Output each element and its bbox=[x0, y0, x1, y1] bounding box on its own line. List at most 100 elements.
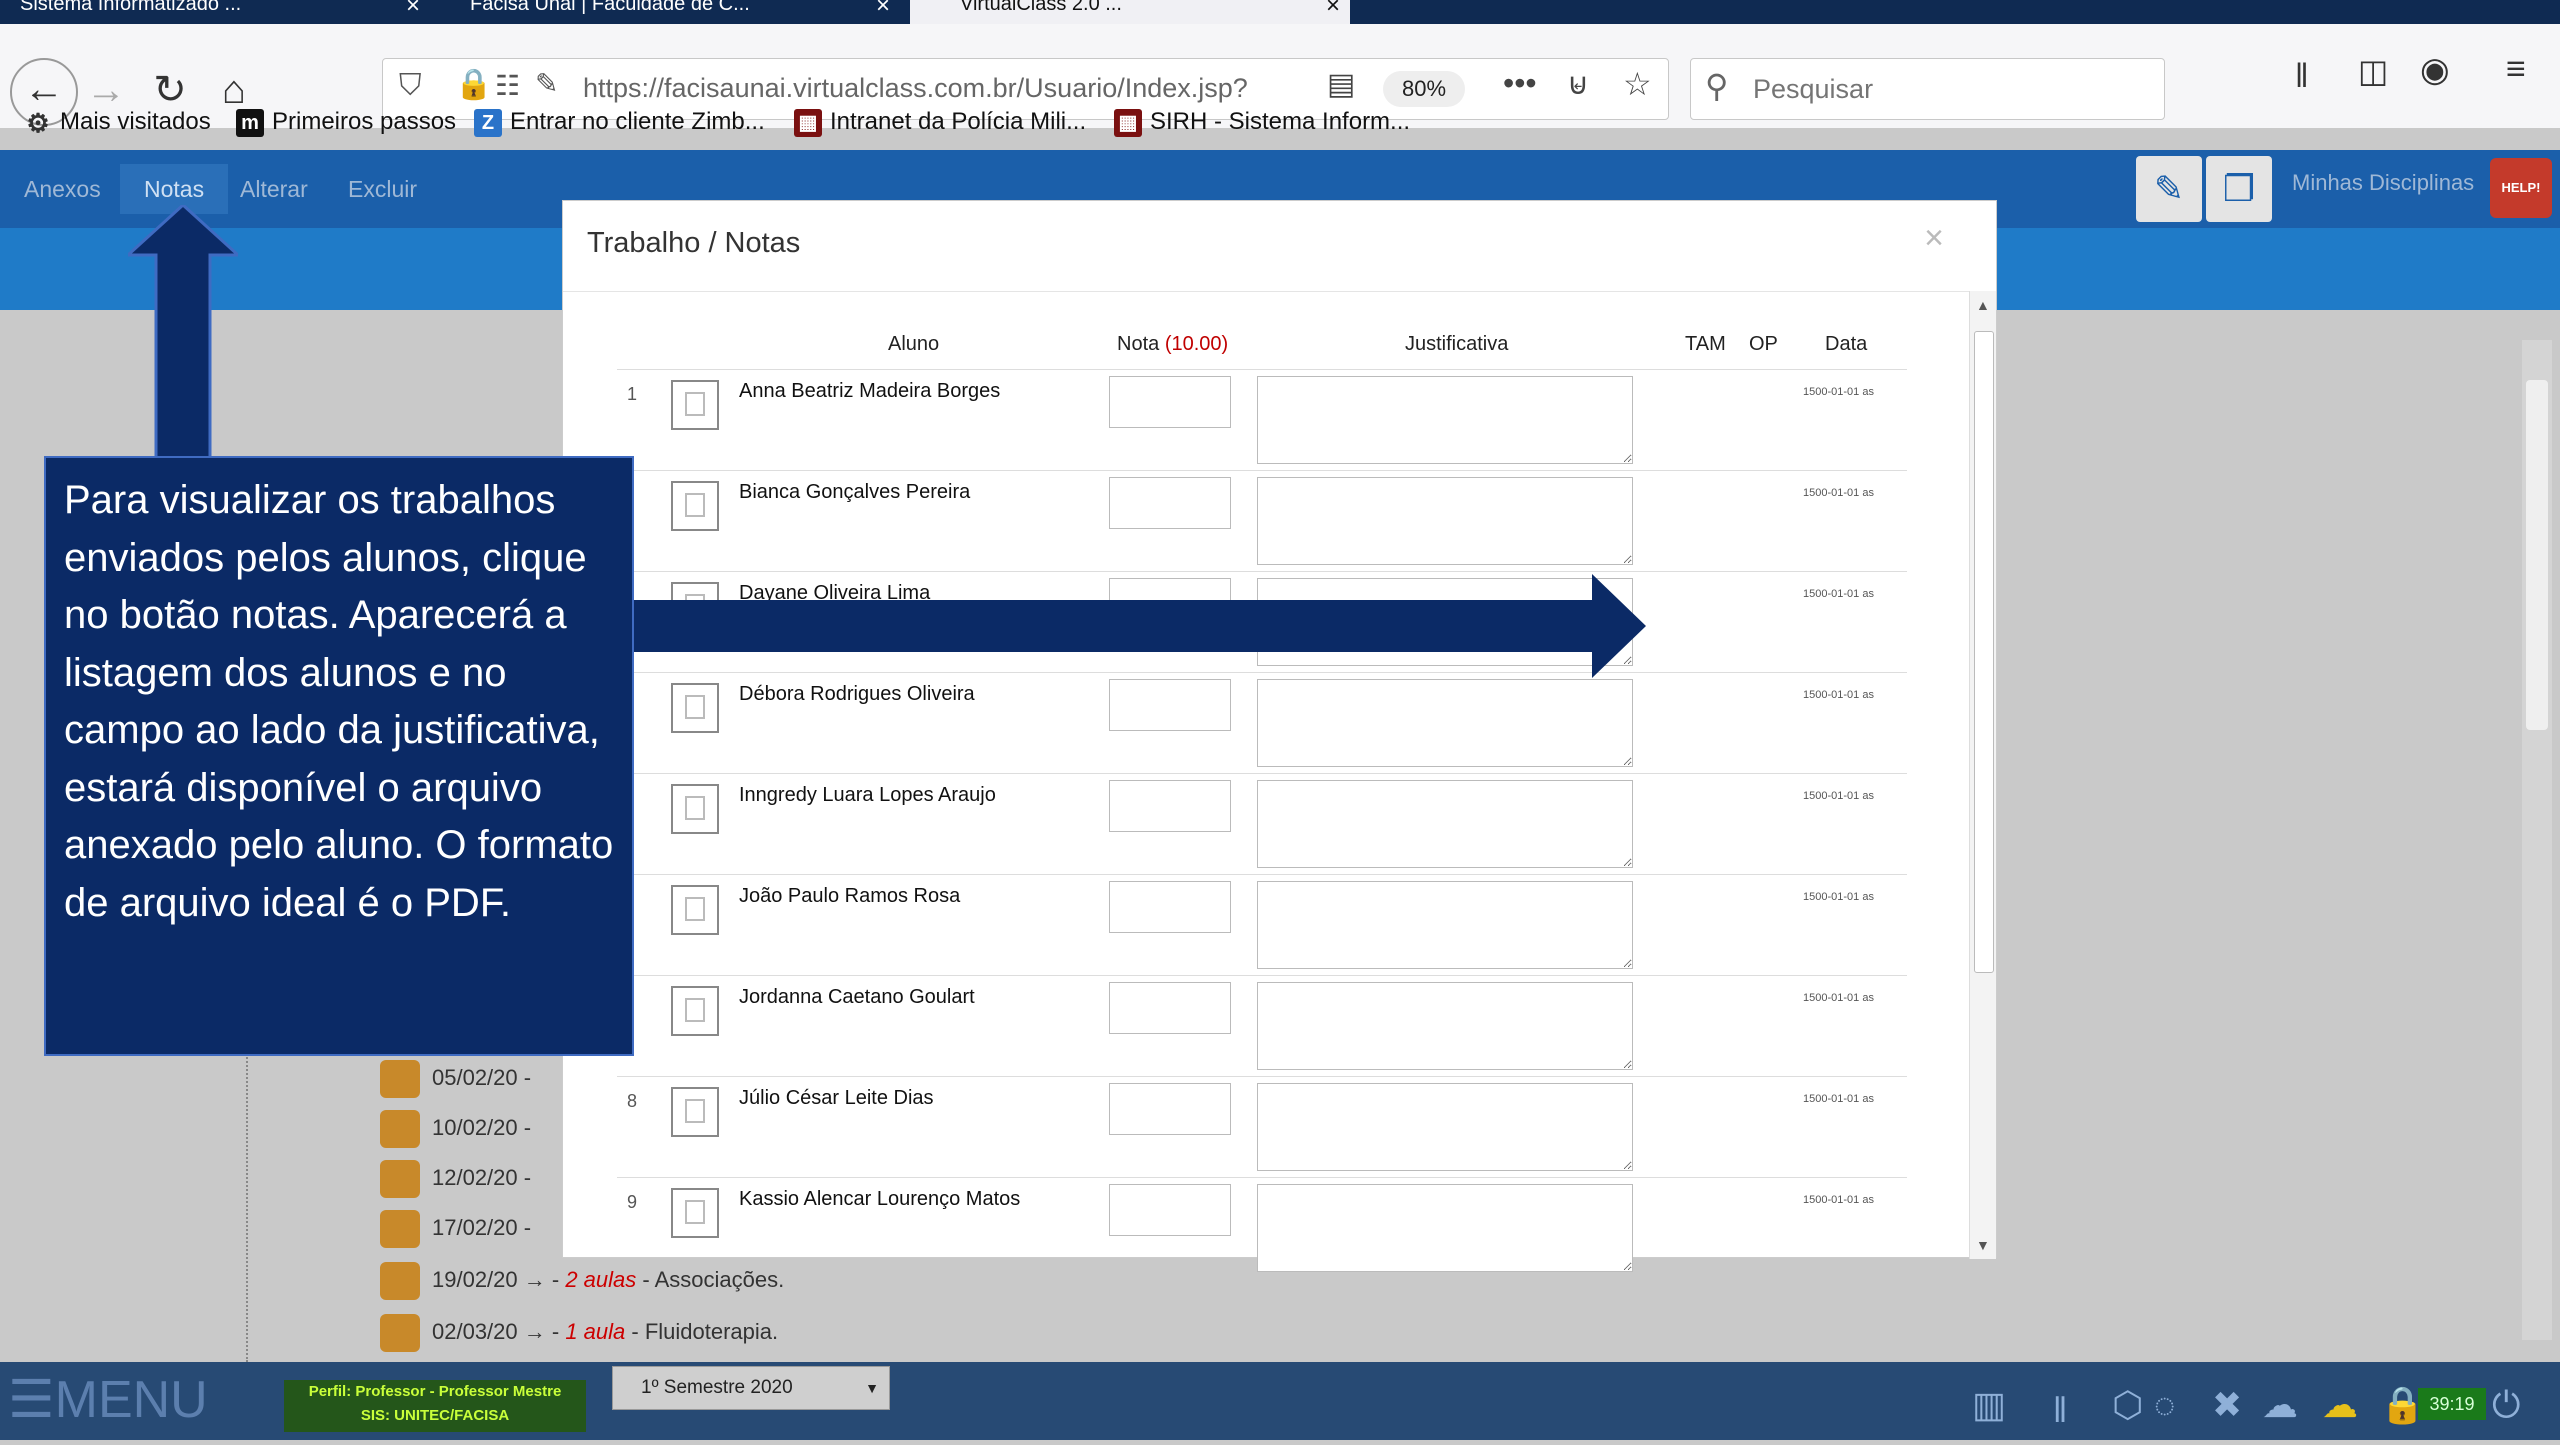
col-aluno: Aluno bbox=[888, 333, 940, 355]
close-icon[interactable]: × bbox=[1326, 0, 1340, 18]
nota-input[interactable] bbox=[1109, 1184, 1231, 1236]
pen-icon[interactable]: ✎ bbox=[2136, 156, 2202, 222]
zoom-level[interactable]: 80% bbox=[1383, 71, 1465, 107]
attachment-icon[interactable] bbox=[671, 784, 719, 834]
documents-icon[interactable]: ❐ bbox=[2206, 156, 2272, 222]
scrollbar-thumb[interactable] bbox=[1974, 331, 1994, 973]
justificativa-textarea[interactable] bbox=[1257, 1184, 1633, 1272]
sidebar-icon[interactable]: ◫ bbox=[2358, 52, 2388, 90]
menu-button[interactable]: ☰MENU bbox=[8, 1370, 208, 1430]
attachment-icon[interactable] bbox=[671, 1087, 719, 1137]
browser-tab-active[interactable]: VirtualClass 2.0 ... × bbox=[910, 0, 1350, 24]
justificativa-textarea[interactable] bbox=[1257, 679, 1633, 767]
bookmark-primeiros-passos[interactable]: m Primeiros passos bbox=[236, 108, 456, 137]
more-icon[interactable]: ••• bbox=[1503, 65, 1537, 102]
row-date: 1500-01-01 as bbox=[1803, 588, 1874, 600]
list-item[interactable]: 12/02/20 - bbox=[380, 1160, 531, 1198]
list-date: 02/03/20 → - bbox=[432, 1318, 560, 1344]
justificativa-textarea[interactable] bbox=[1257, 780, 1633, 868]
row-date: 1500-01-01 as bbox=[1803, 992, 1874, 1004]
pocket-icon[interactable]: ⊌ bbox=[1567, 67, 1589, 102]
notas-modal: Trabalho / Notas × Aluno Nota (10.00) Ju… bbox=[562, 200, 1997, 1272]
account-icon[interactable]: ◉ bbox=[2420, 50, 2450, 90]
reader-view-icon[interactable]: ▤ bbox=[1327, 67, 1355, 102]
scrollbar-thumb[interactable] bbox=[2526, 380, 2548, 730]
dropbox-icon[interactable]: ⬡ bbox=[2112, 1384, 2143, 1426]
close-icon[interactable]: × bbox=[406, 0, 420, 18]
home-icon: ⌂ bbox=[221, 68, 247, 112]
tab-label: VirtualClass 2.0 ... bbox=[960, 0, 1122, 15]
folder-icon bbox=[380, 1262, 420, 1300]
list-item[interactable]: 17/02/20 - bbox=[380, 1210, 531, 1248]
perfil-line1: Perfil: Professor - Professor Mestre bbox=[308, 1383, 562, 1400]
bookmark-mais-visitados[interactable]: ⚙ Mais visitados bbox=[24, 107, 210, 138]
search-bar[interactable]: ⚲ bbox=[1690, 58, 2165, 120]
attachment-icon[interactable] bbox=[671, 986, 719, 1036]
minhas-disciplinas-link[interactable]: Minhas Disciplinas bbox=[2292, 170, 2474, 196]
attachment-icon[interactable] bbox=[671, 380, 719, 430]
page-scrollbar[interactable] bbox=[2522, 340, 2552, 1340]
table-row: 9 Kassio Alencar Lourenço Matos 1500-01-01… bbox=[617, 1177, 1907, 1278]
row-date: 1500-01-01 as bbox=[1803, 790, 1874, 802]
bookmark-sirh[interactable]: ▦ SIRH - Sistema Inform... bbox=[1114, 108, 1410, 137]
list-topic: - Fluidoterapia. bbox=[631, 1318, 779, 1344]
cloud-icon[interactable]: ☁ bbox=[2262, 1384, 2298, 1426]
tab-anexos[interactable]: Anexos bbox=[0, 164, 125, 214]
power-icon[interactable]: ⏻ bbox=[2492, 1384, 2520, 1427]
tab-excluir[interactable]: Excluir bbox=[324, 164, 441, 214]
attachment-icon[interactable] bbox=[671, 885, 719, 935]
hamburger-menu-icon[interactable]: ≡ bbox=[2506, 50, 2526, 89]
justificativa-textarea[interactable] bbox=[1257, 982, 1633, 1070]
library-icon[interactable]: 𝍪 bbox=[2296, 52, 2308, 109]
bookmark-intranet[interactable]: ▦ Intranet da Polícia Mili... bbox=[794, 108, 1086, 137]
semestre-select[interactable]: 1º Semestre 2020 ▼ bbox=[612, 1366, 890, 1410]
semestre-value: 1º Semestre 2020 bbox=[641, 1377, 793, 1398]
close-icon[interactable]: × bbox=[876, 0, 890, 18]
bookmark-star-icon[interactable]: ☆ bbox=[1623, 65, 1652, 103]
menu-label: MENU bbox=[54, 1371, 208, 1429]
row-number: 8 bbox=[627, 1091, 638, 1111]
row-number: 1 bbox=[627, 384, 638, 404]
browser-tab-1[interactable]: Sistema Informatizado ... × bbox=[20, 0, 430, 24]
list-item[interactable]: 10/02/20 - bbox=[380, 1110, 531, 1148]
nota-input[interactable] bbox=[1109, 679, 1231, 731]
chat-icon[interactable]: ◌ bbox=[2154, 1384, 2175, 1426]
modal-scrollbar[interactable]: ▲ ▼ bbox=[1969, 291, 1996, 1259]
justificativa-textarea[interactable] bbox=[1257, 881, 1633, 969]
cloud-sun-icon[interactable]: ☁ bbox=[2322, 1384, 2358, 1426]
browser-tab-2[interactable]: Facisa Unai | Faculdade de C... × bbox=[460, 0, 900, 24]
browser-tab-strip: Sistema Informatizado ... × Facisa Unai … bbox=[0, 0, 2560, 24]
tools-icon[interactable]: ✖ bbox=[2212, 1384, 2242, 1426]
list-item[interactable]: 02/03/20 → - 1 aula - Fluidoterapia. bbox=[380, 1314, 778, 1352]
attachment-icon[interactable] bbox=[671, 683, 719, 733]
table-row: 1 Anna Beatriz Madeira Borges 1500-01-01 a… bbox=[617, 369, 1907, 470]
bookmark-label: Intranet da Polícia Mili... bbox=[830, 108, 1087, 135]
nota-input[interactable] bbox=[1109, 477, 1231, 529]
attachment-icon[interactable] bbox=[671, 1188, 719, 1238]
lock-warning-icon[interactable]: 🔒 bbox=[455, 67, 492, 102]
nota-input[interactable] bbox=[1109, 1083, 1231, 1135]
books-icon[interactable]: ▥ bbox=[1972, 1384, 2006, 1426]
justificativa-textarea[interactable] bbox=[1257, 376, 1633, 464]
bookmark-zimbra[interactable]: Z Entrar no cliente Zimb... bbox=[474, 108, 765, 137]
nota-input[interactable] bbox=[1109, 780, 1231, 832]
search-input[interactable] bbox=[1751, 71, 2135, 107]
row-number: 9 bbox=[627, 1192, 638, 1212]
autoplay-icon[interactable]: ✎ bbox=[535, 67, 558, 100]
nota-input[interactable] bbox=[1109, 881, 1231, 933]
nota-input[interactable] bbox=[1109, 376, 1231, 428]
library-icon[interactable]: 𝍪 bbox=[2054, 1384, 2066, 1445]
close-icon[interactable]: × bbox=[1924, 219, 1944, 258]
gear-icon: ⚙ bbox=[26, 107, 50, 138]
scroll-down-icon[interactable]: ▼ bbox=[1976, 1237, 1990, 1253]
list-item[interactable]: 05/02/20 - bbox=[380, 1060, 531, 1098]
attachment-icon[interactable] bbox=[671, 481, 719, 531]
justificativa-textarea[interactable] bbox=[1257, 1083, 1633, 1171]
permissions-icon[interactable]: ☷ bbox=[495, 69, 520, 102]
help-button[interactable]: HELP! bbox=[2490, 158, 2552, 218]
col-nota-label: Nota bbox=[1117, 333, 1160, 355]
scroll-up-icon[interactable]: ▲ bbox=[1976, 297, 1990, 313]
nota-input[interactable] bbox=[1109, 982, 1231, 1034]
url-text[interactable]: https://facisaunai.virtualclass.com.br/U… bbox=[583, 73, 1248, 104]
justificativa-textarea[interactable] bbox=[1257, 477, 1633, 565]
